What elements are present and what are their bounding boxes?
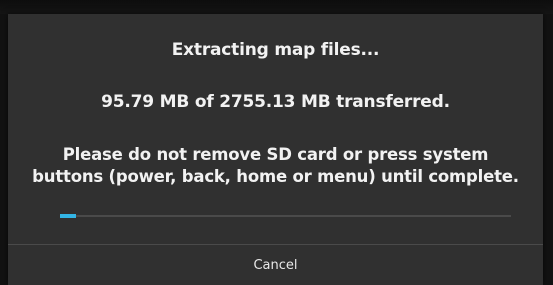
progress-bar bbox=[60, 214, 511, 218]
dialog-title: Extracting map files... bbox=[171, 40, 380, 60]
transfer-status-text: 95.79 MB of 2755.13 MB transferred. bbox=[101, 92, 450, 112]
warning-line-2: buttons (power, back, home or menu) unti… bbox=[32, 167, 519, 186]
warning-message: Please do not remove SD card or press sy… bbox=[8, 144, 543, 188]
warning-line-1: Please do not remove SD card or press sy… bbox=[62, 145, 489, 164]
progress-bar-fill bbox=[60, 214, 76, 218]
cancel-button[interactable]: Cancel bbox=[8, 245, 543, 285]
extraction-progress-dialog: Extracting map files... 95.79 MB of 2755… bbox=[8, 14, 543, 285]
background-overlay bbox=[0, 0, 553, 14]
